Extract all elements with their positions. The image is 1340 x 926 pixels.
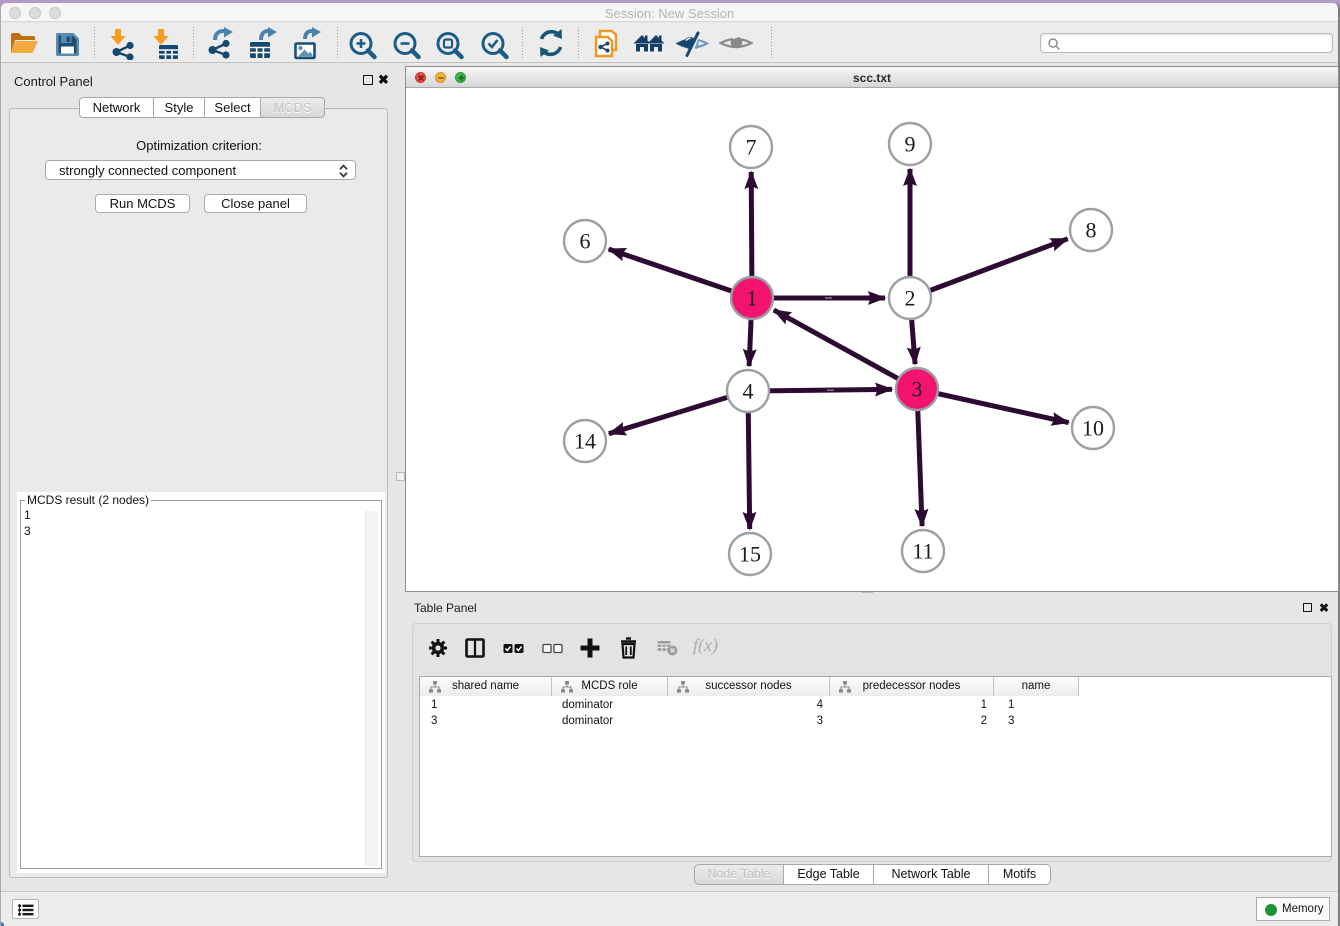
svg-text:15: 15 — [739, 542, 761, 567]
svg-text:9: 9 — [905, 132, 916, 157]
svg-text:1: 1 — [747, 286, 758, 311]
svg-text:4: 4 — [743, 379, 754, 404]
svg-text:6: 6 — [580, 229, 591, 254]
svg-text:7: 7 — [746, 135, 757, 160]
svg-text:3: 3 — [912, 377, 923, 402]
svg-text:8: 8 — [1086, 218, 1097, 243]
svg-text:10: 10 — [1082, 416, 1104, 441]
svg-text:11: 11 — [912, 539, 933, 564]
svg-text:14: 14 — [574, 429, 596, 454]
svg-text:2: 2 — [905, 286, 916, 311]
